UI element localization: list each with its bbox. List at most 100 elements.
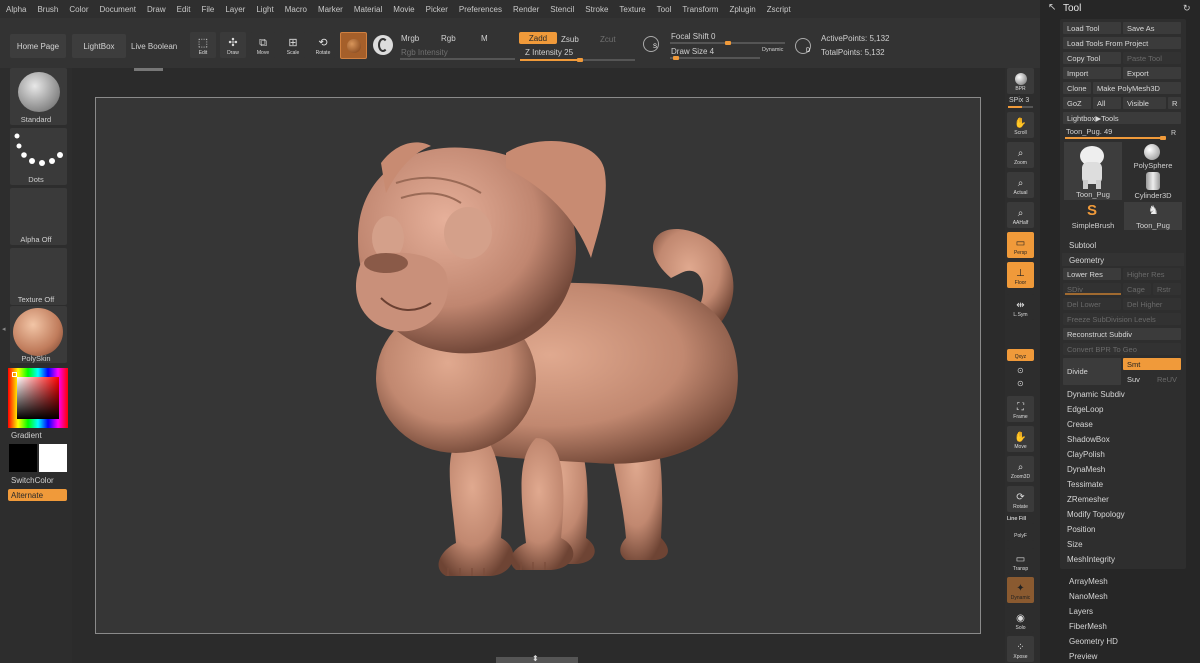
menu-light[interactable]: Light [256, 5, 273, 14]
main-color-swatch[interactable] [9, 444, 37, 472]
del-higher-button[interactable]: Del Higher [1123, 298, 1181, 310]
move-view-button[interactable]: ✋ Move [1007, 426, 1034, 452]
geometry-dynamic-subdiv[interactable]: Dynamic Subdiv [1067, 390, 1125, 399]
material-swatch[interactable] [340, 32, 367, 59]
geometry-section[interactable]: Geometry [1069, 256, 1104, 265]
copy-tool-button[interactable]: Copy Tool [1063, 52, 1121, 64]
geometry-shadowbox[interactable]: ShadowBox [1067, 435, 1110, 444]
palette-arrow-icon[interactable]: ↖ [1048, 2, 1056, 13]
tool-slider[interactable] [1065, 136, 1166, 140]
geometry-size[interactable]: Size [1067, 540, 1083, 549]
subpalette-fibermesh[interactable]: FiberMesh [1069, 622, 1107, 631]
freeze-subdiv-button[interactable]: Freeze SubDivision Levels [1063, 313, 1181, 325]
alternate-button[interactable]: Alternate [8, 489, 67, 501]
menu-tool[interactable]: Tool [657, 5, 672, 14]
goz-all-button[interactable]: All [1093, 97, 1121, 109]
bpr-button[interactable]: BPR [1007, 68, 1034, 94]
draw-size-slider[interactable] [670, 56, 760, 60]
menu-render[interactable]: Render [513, 5, 539, 14]
zoom-button[interactable]: ⌕ Zoom [1007, 142, 1034, 168]
subpalette-layers[interactable]: Layers [1069, 607, 1093, 616]
solo-button[interactable]: ◉ Solo [1007, 607, 1034, 633]
scale-button[interactable]: ⊞ Scale [280, 32, 306, 58]
smt-toggle[interactable]: Smt [1123, 358, 1181, 370]
subpalette-preview[interactable]: Preview [1069, 652, 1097, 661]
left-collapse-icon[interactable]: ◂ [2, 325, 6, 333]
polyf-button[interactable]: PolyF [1007, 523, 1034, 541]
m-button[interactable]: M [481, 34, 488, 43]
menu-picker[interactable]: Picker [426, 5, 448, 14]
scroll-indicator[interactable] [134, 68, 163, 71]
menu-zscript[interactable]: Zscript [767, 5, 791, 14]
subpalette-nanomesh[interactable]: NanoMesh [1069, 592, 1108, 601]
menu-material[interactable]: Material [354, 5, 382, 14]
menu-zplugin[interactable]: Zplugin [729, 5, 755, 14]
actual-button[interactable]: ⌕ Actual [1007, 172, 1034, 198]
export-button[interactable]: Export [1123, 67, 1181, 79]
geometry-tessimate[interactable]: Tessimate [1067, 480, 1103, 489]
geometry-meshintegrity[interactable]: MeshIntegrity [1067, 555, 1115, 564]
lower-res-button[interactable]: Lower Res [1063, 268, 1121, 280]
zadd-button[interactable]: Zadd [519, 32, 557, 44]
rstr-button[interactable]: Rstr [1153, 283, 1181, 295]
lightbox-button[interactable]: LightBox [72, 34, 126, 58]
higher-res-button[interactable]: Higher Res [1123, 268, 1181, 280]
convert-bpr-button[interactable]: Convert BPR To Geo [1063, 343, 1181, 355]
paste-tool-button[interactable]: Paste Tool [1123, 52, 1181, 64]
persp-button[interactable]: ▭ Persp [1007, 232, 1034, 258]
lsym-button[interactable]: ⇹ L.Sym [1007, 294, 1034, 320]
palette-refresh-icon[interactable]: ↻ [1183, 3, 1191, 14]
thumb-toon-pug[interactable]: Toon_Pug [1064, 142, 1122, 200]
load-tool-button[interactable]: Load Tool [1063, 22, 1121, 34]
menu-layer[interactable]: Layer [225, 5, 245, 14]
d-icon[interactable]: D [795, 38, 811, 54]
home-page-button[interactable]: Home Page [10, 34, 66, 58]
subpalette-geometry-hd[interactable]: Geometry HD [1069, 637, 1118, 646]
zsub-button[interactable]: Zsub [561, 35, 579, 44]
move-button[interactable]: ⧉ Move [250, 32, 276, 58]
xyz-button[interactable]: Qxyz [1007, 349, 1034, 361]
menu-stroke[interactable]: Stroke [585, 5, 608, 14]
zcut-button[interactable]: Zcut [600, 35, 616, 44]
draw-button[interactable]: ✣ Draw [220, 32, 246, 58]
save-as-button[interactable]: Save As [1123, 22, 1181, 34]
rotate-view-button[interactable]: ⟳ Rotate [1007, 486, 1034, 512]
suv-toggle[interactable]: Suv [1123, 373, 1151, 385]
geometry-claypolish[interactable]: ClayPolish [1067, 450, 1105, 459]
rgb-intensity-slider[interactable] [400, 58, 515, 60]
goz-button[interactable]: GoZ [1063, 97, 1091, 109]
axis-rotate-icon-1[interactable]: ⊙ [1017, 366, 1024, 375]
load-from-project-button[interactable]: Load Tools From Project [1063, 37, 1181, 49]
menu-movie[interactable]: Movie [393, 5, 414, 14]
import-button[interactable]: Import [1063, 67, 1121, 79]
mrgb-button[interactable]: Mrgb [401, 34, 419, 43]
menu-alpha[interactable]: Alpha [6, 5, 26, 14]
geometry-position[interactable]: Position [1067, 525, 1095, 534]
geometry-edgeloop[interactable]: EdgeLoop [1067, 405, 1103, 414]
geometry-modify-topology[interactable]: Modify Topology [1067, 510, 1125, 519]
reconstruct-subdiv-button[interactable]: Reconstruct Subdiv [1063, 328, 1181, 340]
goz-visible-button[interactable]: Visible [1123, 97, 1166, 109]
clone-button[interactable]: Clone [1063, 82, 1091, 94]
thumb-cylinder[interactable]: Cylinder3D [1124, 172, 1182, 200]
goz-r-button[interactable]: R [1168, 97, 1181, 109]
xpose-button[interactable]: ⁘ Xpose [1007, 636, 1034, 662]
z-intensity-slider[interactable] [520, 58, 635, 62]
divide-button[interactable]: Divide [1063, 358, 1121, 385]
color-picker[interactable] [8, 368, 68, 428]
scroll-button[interactable]: ✋ Scroll [1007, 112, 1034, 138]
dynamic-toggle[interactable]: Dynamic [762, 47, 783, 53]
geometry-crease[interactable]: Crease [1067, 420, 1093, 429]
menu-brush[interactable]: Brush [37, 5, 58, 14]
dynamic-persp-button[interactable]: ✦ Dynamic [1007, 577, 1034, 603]
transp-button[interactable]: ▭ Transp [1007, 548, 1034, 574]
secondary-color-swatch[interactable] [39, 444, 67, 472]
canvas[interactable] [95, 97, 981, 634]
focal-shift-slider[interactable] [670, 41, 785, 45]
menu-stencil[interactable]: Stencil [550, 5, 574, 14]
subpalette-arraymesh[interactable]: ArrayMesh [1069, 577, 1108, 586]
del-lower-button[interactable]: Del Lower [1063, 298, 1121, 310]
geometry-zremesher[interactable]: ZRemesher [1067, 495, 1109, 504]
edit-button[interactable]: ⬚ Edit [190, 32, 216, 58]
menu-color[interactable]: Color [69, 5, 88, 14]
